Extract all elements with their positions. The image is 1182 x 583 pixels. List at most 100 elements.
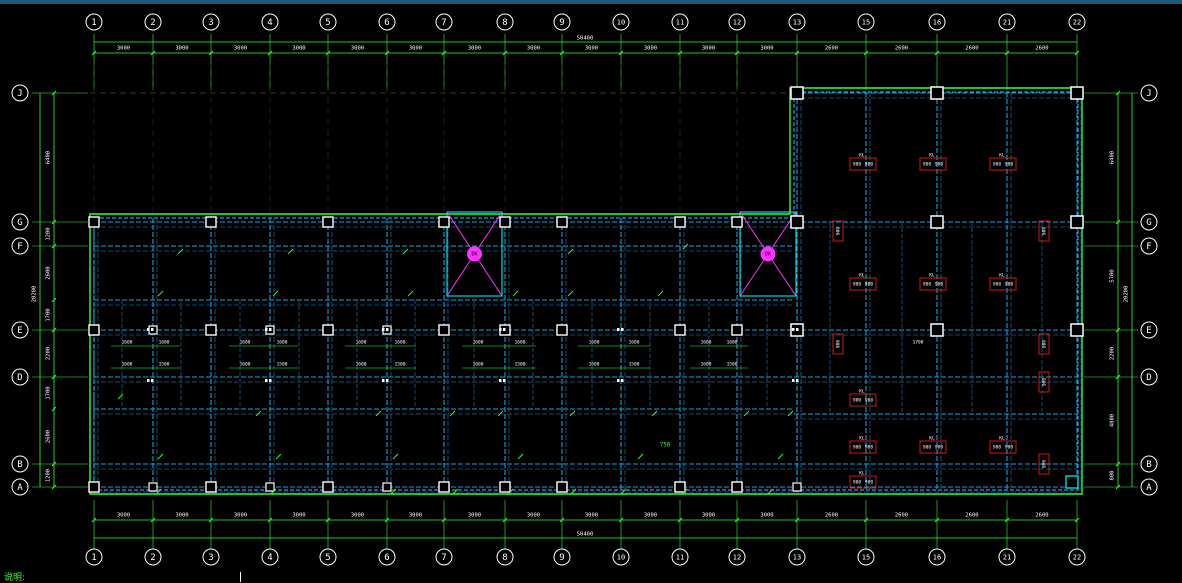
- text-cursor: [240, 572, 241, 582]
- small-post: [386, 379, 389, 382]
- size-label: 900: [865, 162, 873, 168]
- small-post: [269, 328, 272, 331]
- axis-bubble-label: F: [17, 242, 22, 252]
- column: [556, 216, 568, 228]
- size-label-vertical: 900: [1042, 227, 1048, 235]
- axis-bubble-label: 7: [441, 553, 446, 563]
- span-label: 1600: [589, 362, 600, 368]
- top-dim-label: 3000: [175, 46, 188, 52]
- small-post: [796, 379, 799, 382]
- column-large: [930, 215, 944, 229]
- column: [205, 481, 217, 493]
- right-dim-label: 2200: [1110, 347, 1116, 360]
- span-label: 1600: [701, 362, 712, 368]
- bottom-dim-label: 3000: [175, 513, 188, 519]
- annotation-tick: [407, 290, 414, 297]
- axis-bubble-label: 1: [91, 553, 96, 563]
- small-post: [792, 328, 795, 331]
- size-label-vertical: 900: [836, 227, 842, 235]
- bottom-dim-label: 3000: [468, 513, 481, 519]
- annotation-tick: [287, 248, 294, 255]
- column: [556, 324, 568, 336]
- axis-bubble-label: 12: [733, 19, 741, 27]
- bottom-total-dim: 50400: [577, 532, 594, 538]
- span-label: 1600: [727, 340, 738, 346]
- span-label: 1600: [122, 362, 133, 368]
- left-dim-label: 2600: [46, 430, 52, 443]
- small-post: [147, 379, 150, 382]
- size-label: 900: [993, 282, 1001, 288]
- small-post: [621, 328, 624, 331]
- size-label: 900: [993, 445, 1001, 451]
- column: [382, 482, 392, 492]
- axis-bubble-label: 15: [862, 554, 870, 562]
- axis-bubble-label: G: [17, 218, 22, 228]
- axis-bubble-label: 6: [384, 553, 389, 563]
- small-post: [269, 379, 272, 382]
- span-label: 1600: [356, 340, 367, 346]
- span-label: 1600: [356, 362, 367, 368]
- span-label: 1600: [159, 340, 170, 346]
- axis-bubble-label: G: [1146, 218, 1151, 228]
- size-label: 900: [865, 282, 873, 288]
- column: [438, 216, 450, 228]
- left-dim-label: 6400: [46, 151, 52, 164]
- size-label: 900: [853, 162, 861, 168]
- annotation-tick: [777, 453, 784, 460]
- small-post: [621, 379, 624, 382]
- right-dim-label: 6400: [1110, 151, 1116, 164]
- axis-bubble-label: 12: [733, 554, 741, 562]
- span-label: 1500: [727, 362, 738, 368]
- beam-mark-label: KL: [999, 436, 1005, 442]
- column: [792, 482, 802, 492]
- bottom-dim-label: 2600: [895, 513, 908, 519]
- misc-dim-label: 750: [660, 442, 671, 449]
- column-large: [1070, 86, 1084, 100]
- right-total-dim: 20200: [1124, 286, 1130, 303]
- column-large: [790, 86, 804, 100]
- axis-bubble-label: E: [1146, 326, 1151, 336]
- axis-bubble-label: 5: [325, 18, 330, 28]
- column: [205, 324, 217, 336]
- axis-bubble-label: 6: [384, 18, 389, 28]
- size-label-vertical: 900: [1042, 460, 1048, 468]
- small-post: [151, 328, 154, 331]
- axis-bubble-label: 10: [617, 554, 625, 562]
- left-dim-label: 2200: [46, 347, 52, 360]
- column-large: [930, 323, 944, 337]
- axis-bubble-label: 13: [793, 19, 801, 27]
- axis-bubble-label: 16: [933, 554, 941, 562]
- small-post: [617, 379, 620, 382]
- bottom-dim-label: 3000: [702, 513, 715, 519]
- bottom-dim-label: 2600: [965, 513, 978, 519]
- bottom-dim-label: 3000: [351, 513, 364, 519]
- column: [438, 481, 450, 493]
- left-dim-label: 1700: [46, 308, 52, 321]
- small-post: [503, 328, 506, 331]
- column: [322, 216, 334, 228]
- annotation-tick: [567, 290, 574, 297]
- axis-bubble-label: J: [17, 89, 22, 99]
- opening-mark-text: DK: [471, 252, 477, 258]
- small-post: [792, 379, 795, 382]
- beam-mark-label: KL: [999, 153, 1005, 159]
- size-label: 900: [935, 282, 943, 288]
- axis-bubble-label: D: [17, 373, 22, 383]
- column: [674, 481, 686, 493]
- column: [88, 324, 100, 336]
- small-post: [617, 328, 620, 331]
- top-dim-label: 3000: [644, 46, 657, 52]
- size-label: 900: [1005, 282, 1013, 288]
- size-label: 900: [993, 162, 1001, 168]
- column-large: [1070, 215, 1084, 229]
- left-dim-label: 2600: [46, 266, 52, 279]
- span-label: 1500: [515, 362, 526, 368]
- size-label: 900: [935, 445, 943, 451]
- axis-bubble-label: 21: [1003, 19, 1011, 27]
- axis-bubble-label: 3: [208, 553, 213, 563]
- axis-bubble-label: F: [1146, 242, 1151, 252]
- structural-floor-plan[interactable]: 3000 3000 3000 3000 3000 3000 3000 3000 3000 3000…: [0, 4, 1182, 570]
- span-label: 1600: [240, 362, 251, 368]
- axis-bubble-label: A: [17, 483, 23, 493]
- small-post: [382, 379, 385, 382]
